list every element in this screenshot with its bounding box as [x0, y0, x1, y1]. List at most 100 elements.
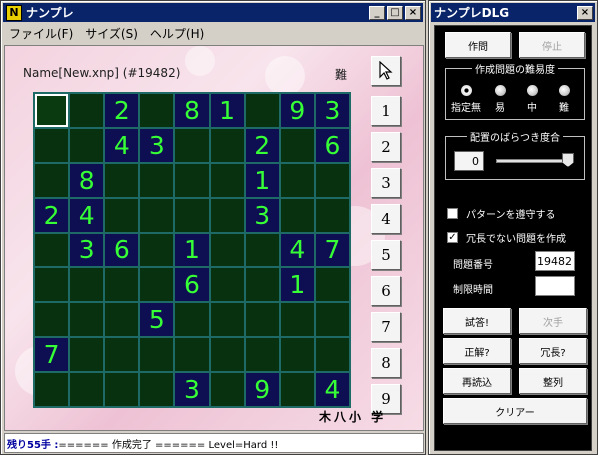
number-button-4[interactable]: 4: [371, 204, 401, 234]
grid-cell[interactable]: [175, 163, 209, 197]
grid-cell[interactable]: [105, 338, 139, 372]
grid-cell[interactable]: [70, 373, 104, 406]
grid-cell[interactable]: 4: [105, 128, 139, 162]
grid-cell[interactable]: 3: [245, 198, 279, 232]
grid-cell[interactable]: 2: [245, 128, 279, 162]
minimize-button[interactable]: _: [369, 5, 385, 20]
menu-file[interactable]: ファイル(F): [9, 25, 73, 42]
grid-cell[interactable]: [210, 303, 244, 337]
grid-cell[interactable]: [70, 128, 104, 162]
spread-slider-thumb[interactable]: [562, 153, 574, 167]
answer-button[interactable]: 試答!: [443, 308, 511, 334]
number-button-2[interactable]: 2: [371, 132, 401, 162]
check-redundant-button[interactable]: 冗長?: [519, 338, 587, 364]
grid-cell[interactable]: 6: [315, 128, 349, 162]
grid-cell[interactable]: 1: [210, 94, 244, 127]
menu-size[interactable]: サイズ(S): [85, 25, 138, 42]
grid-cell[interactable]: [140, 233, 174, 267]
grid-cell[interactable]: 1: [280, 268, 314, 302]
main-titlebar[interactable]: N ナンプレ _ □ ×: [3, 3, 423, 22]
grid-cell[interactable]: [315, 268, 349, 302]
grid-cell[interactable]: [210, 268, 244, 302]
grid-cell[interactable]: 3: [315, 94, 349, 127]
dlg-titlebar[interactable]: ナンプレDLG ×: [431, 3, 595, 22]
number-button-1[interactable]: 1: [371, 96, 401, 126]
grid-cell[interactable]: 9: [245, 373, 279, 406]
time-limit-field[interactable]: [535, 276, 575, 296]
grid-cell[interactable]: [175, 303, 209, 337]
grid-cell[interactable]: 3: [140, 128, 174, 162]
sort-button[interactable]: 整列: [519, 368, 587, 394]
grid-cell[interactable]: [140, 338, 174, 372]
grid-cell[interactable]: [140, 94, 174, 127]
create-puzzle-button[interactable]: 作問: [445, 32, 511, 58]
stop-button[interactable]: 停止: [519, 32, 585, 58]
grid-cell[interactable]: [210, 233, 244, 267]
grid-cell[interactable]: [245, 303, 279, 337]
number-button-8[interactable]: 8: [371, 348, 401, 378]
grid-cell[interactable]: [315, 338, 349, 372]
spread-slider-track[interactable]: [496, 159, 570, 163]
number-button-5[interactable]: 5: [371, 240, 401, 270]
grid-cell[interactable]: [175, 128, 209, 162]
close-button[interactable]: ×: [405, 5, 421, 20]
pattern-checkbox[interactable]: パターンを遵守する: [447, 206, 556, 221]
grid-cell[interactable]: 1: [175, 233, 209, 267]
pointer-tool-button[interactable]: [371, 56, 401, 86]
grid-cell[interactable]: [280, 128, 314, 162]
number-button-6[interactable]: 6: [371, 276, 401, 306]
number-button-7[interactable]: 7: [371, 312, 401, 342]
grid-cell[interactable]: [140, 373, 174, 406]
grid-cell[interactable]: [245, 338, 279, 372]
grid-cell[interactable]: [315, 163, 349, 197]
grid-cell[interactable]: 2: [35, 198, 69, 232]
grid-cell[interactable]: [315, 198, 349, 232]
grid-cell[interactable]: [140, 198, 174, 232]
grid-cell[interactable]: [105, 373, 139, 406]
grid-cell[interactable]: [175, 338, 209, 372]
grid-cell[interactable]: 7: [315, 233, 349, 267]
grid-cell[interactable]: [35, 163, 69, 197]
grid-cell[interactable]: [175, 198, 209, 232]
number-button-3[interactable]: 3: [371, 168, 401, 198]
grid-cell[interactable]: [210, 163, 244, 197]
grid-cell[interactable]: [35, 303, 69, 337]
grid-cell[interactable]: 3: [70, 233, 104, 267]
grid-cell[interactable]: [70, 94, 104, 127]
grid-cell[interactable]: [210, 128, 244, 162]
maximize-button[interactable]: □: [387, 5, 403, 20]
grid-cell[interactable]: [140, 268, 174, 302]
grid-cell[interactable]: [210, 373, 244, 406]
grid-cell[interactable]: [35, 233, 69, 267]
grid-cell[interactable]: 1: [245, 163, 279, 197]
grid-cell[interactable]: [35, 373, 69, 406]
grid-cell[interactable]: [210, 338, 244, 372]
grid-cell[interactable]: [280, 163, 314, 197]
grid-cell[interactable]: 4: [280, 233, 314, 267]
grid-cell[interactable]: [35, 94, 69, 127]
grid-cell[interactable]: [140, 163, 174, 197]
grid-cell[interactable]: [70, 303, 104, 337]
grid-cell[interactable]: [280, 303, 314, 337]
grid-cell[interactable]: 3: [175, 373, 209, 406]
grid-cell[interactable]: 7: [35, 338, 69, 372]
menu-help[interactable]: ヘルプ(H): [150, 25, 204, 42]
grid-cell[interactable]: 8: [70, 163, 104, 197]
reload-button[interactable]: 再読込: [443, 368, 511, 394]
grid-cell[interactable]: [105, 163, 139, 197]
grid-cell[interactable]: [280, 373, 314, 406]
problem-number-field[interactable]: 19482: [535, 251, 575, 271]
grid-cell[interactable]: 8: [175, 94, 209, 127]
grid-cell[interactable]: 9: [280, 94, 314, 127]
grid-cell[interactable]: [70, 338, 104, 372]
grid-cell[interactable]: [315, 303, 349, 337]
grid-cell[interactable]: [105, 303, 139, 337]
grid-cell[interactable]: 4: [315, 373, 349, 406]
check-correct-button[interactable]: 正解?: [443, 338, 511, 364]
grid-cell[interactable]: 6: [105, 233, 139, 267]
grid-cell[interactable]: 5: [140, 303, 174, 337]
grid-cell[interactable]: 6: [175, 268, 209, 302]
grid-cell[interactable]: 4: [70, 198, 104, 232]
grid-cell[interactable]: [105, 268, 139, 302]
grid-cell[interactable]: [245, 268, 279, 302]
